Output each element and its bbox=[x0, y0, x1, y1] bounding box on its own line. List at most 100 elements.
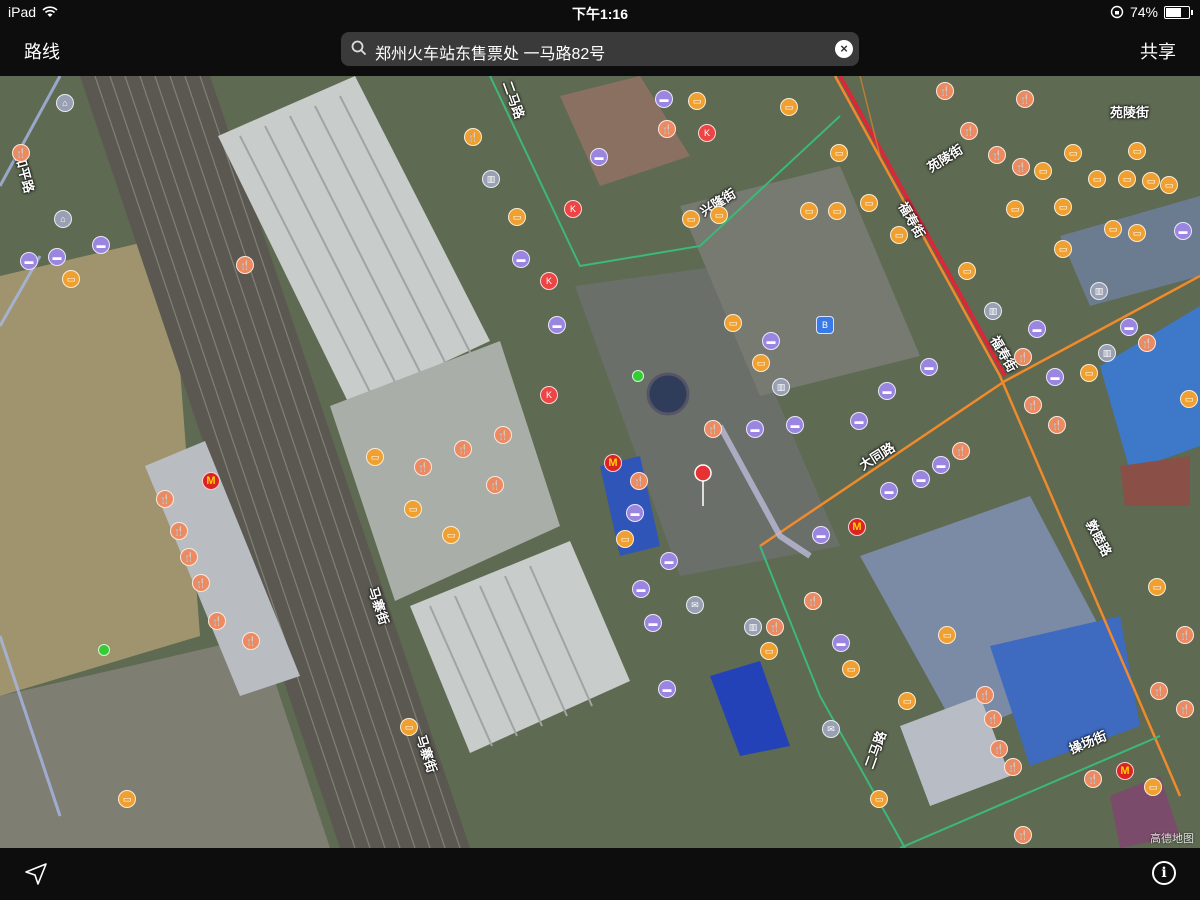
restaurant-icon[interactable]: 🍴 bbox=[170, 522, 188, 540]
restaurant-icon[interactable]: 🍴 bbox=[936, 82, 954, 100]
restaurant-icon[interactable]: 🍴 bbox=[766, 618, 784, 636]
restaurant-icon[interactable]: 🍴 bbox=[952, 442, 970, 460]
building-icon[interactable]: ▥ bbox=[772, 378, 790, 396]
hotel-icon[interactable]: ▬ bbox=[878, 382, 896, 400]
building-icon[interactable]: ▥ bbox=[1098, 344, 1116, 362]
restaurant-icon[interactable]: 🍴 bbox=[960, 122, 978, 140]
restaurant-icon[interactable]: 🍴 bbox=[486, 476, 504, 494]
hotel-icon[interactable]: ▬ bbox=[512, 250, 530, 268]
hotel-icon[interactable]: ▬ bbox=[762, 332, 780, 350]
shopping-icon[interactable]: ▭ bbox=[842, 660, 860, 678]
kfc-icon[interactable]: K bbox=[564, 200, 582, 218]
hotel-icon[interactable]: ▬ bbox=[92, 236, 110, 254]
shopping-icon[interactable]: ▭ bbox=[62, 270, 80, 288]
info-icon[interactable]: i bbox=[1152, 861, 1176, 885]
shopping-icon[interactable]: ▭ bbox=[1128, 224, 1146, 242]
restaurant-icon[interactable]: 🍴 bbox=[1138, 334, 1156, 352]
shopping-icon[interactable]: ▭ bbox=[828, 202, 846, 220]
mcdonalds-icon[interactable]: M bbox=[848, 518, 866, 536]
restaurant-icon[interactable]: 🍴 bbox=[414, 458, 432, 476]
shopping-icon[interactable]: ▭ bbox=[1006, 200, 1024, 218]
hotel-icon[interactable]: ▬ bbox=[880, 482, 898, 500]
hotel-icon[interactable]: ▬ bbox=[812, 526, 830, 544]
shopping-icon[interactable]: ▭ bbox=[860, 194, 878, 212]
shopping-icon[interactable]: ▭ bbox=[1128, 142, 1146, 160]
home-icon[interactable]: ⌂ bbox=[54, 210, 72, 228]
hotel-icon[interactable]: ▬ bbox=[932, 456, 950, 474]
kfc-icon[interactable]: K bbox=[540, 386, 558, 404]
shopping-icon[interactable]: ▭ bbox=[400, 718, 418, 736]
search-field[interactable]: 郑州火车站东售票处 一马路82号 × bbox=[341, 32, 859, 66]
restaurant-icon[interactable]: 🍴 bbox=[1016, 90, 1034, 108]
restaurant-icon[interactable]: 🍴 bbox=[1084, 770, 1102, 788]
hotel-icon[interactable]: ▬ bbox=[1120, 318, 1138, 336]
restaurant-icon[interactable]: 🍴 bbox=[208, 612, 226, 630]
shopping-icon[interactable]: ▭ bbox=[1142, 172, 1160, 190]
shopping-icon[interactable]: ▭ bbox=[780, 98, 798, 116]
building-icon[interactable]: ▥ bbox=[984, 302, 1002, 320]
hotel-icon[interactable]: ▬ bbox=[660, 552, 678, 570]
building-icon[interactable]: ▥ bbox=[1090, 282, 1108, 300]
shopping-icon[interactable]: ▭ bbox=[366, 448, 384, 466]
shopping-icon[interactable]: ▭ bbox=[760, 642, 778, 660]
building-icon[interactable]: ▥ bbox=[482, 170, 500, 188]
shopping-icon[interactable]: ▭ bbox=[404, 500, 422, 518]
shopping-icon[interactable]: ▭ bbox=[800, 202, 818, 220]
hotel-icon[interactable]: ▬ bbox=[626, 504, 644, 522]
hotel-icon[interactable]: ▬ bbox=[746, 420, 764, 438]
hotel-icon[interactable]: ▬ bbox=[632, 580, 650, 598]
shopping-icon[interactable]: ▭ bbox=[958, 262, 976, 280]
shopping-icon[interactable]: ▭ bbox=[508, 208, 526, 226]
restaurant-icon[interactable]: 🍴 bbox=[1024, 396, 1042, 414]
shopping-icon[interactable]: ▭ bbox=[682, 210, 700, 228]
hotel-icon[interactable]: ▬ bbox=[1174, 222, 1192, 240]
hotel-icon[interactable]: ▬ bbox=[920, 358, 938, 376]
hotel-icon[interactable]: ▬ bbox=[655, 90, 673, 108]
share-button[interactable]: 共享 bbox=[1140, 38, 1176, 64]
restaurant-icon[interactable]: 🍴 bbox=[236, 256, 254, 274]
restaurant-icon[interactable]: 🍴 bbox=[704, 420, 722, 438]
hotel-icon[interactable]: ▬ bbox=[590, 148, 608, 166]
restaurant-icon[interactable]: 🍴 bbox=[242, 632, 260, 650]
restaurant-icon[interactable]: 🍴 bbox=[464, 128, 482, 146]
shopping-icon[interactable]: ▭ bbox=[1054, 240, 1072, 258]
restaurant-icon[interactable]: 🍴 bbox=[1014, 826, 1032, 844]
building-icon[interactable]: ▥ bbox=[744, 618, 762, 636]
mail-icon[interactable]: ✉ bbox=[822, 720, 840, 738]
restaurant-icon[interactable]: 🍴 bbox=[984, 710, 1002, 728]
restaurant-icon[interactable]: 🍴 bbox=[1014, 348, 1032, 366]
shopping-icon[interactable]: ▭ bbox=[1180, 390, 1198, 408]
mcdonalds-icon[interactable]: M bbox=[1116, 762, 1134, 780]
search-input[interactable]: 郑州火车站东售票处 一马路82号 bbox=[375, 40, 605, 64]
shopping-icon[interactable]: ▭ bbox=[1148, 578, 1166, 596]
hotel-icon[interactable]: ▬ bbox=[1028, 320, 1046, 338]
hotel-icon[interactable]: ▬ bbox=[20, 252, 38, 270]
shopping-icon[interactable]: ▭ bbox=[1144, 778, 1162, 796]
red-pin-icon[interactable] bbox=[694, 464, 712, 482]
hotel-icon[interactable]: ▬ bbox=[786, 416, 804, 434]
restaurant-icon[interactable]: 🍴 bbox=[180, 548, 198, 566]
mail-icon[interactable]: ✉ bbox=[686, 596, 704, 614]
shopping-icon[interactable]: ▭ bbox=[938, 626, 956, 644]
bus-icon[interactable]: B bbox=[816, 316, 834, 334]
restaurant-icon[interactable]: 🍴 bbox=[1048, 416, 1066, 434]
shopping-icon[interactable]: ▭ bbox=[1088, 170, 1106, 188]
restaurant-icon[interactable]: 🍴 bbox=[1012, 158, 1030, 176]
shopping-icon[interactable]: ▭ bbox=[710, 206, 728, 224]
shopping-icon[interactable]: ▭ bbox=[1160, 176, 1178, 194]
hotel-icon[interactable]: ▬ bbox=[832, 634, 850, 652]
shopping-icon[interactable]: ▭ bbox=[890, 226, 908, 244]
restaurant-icon[interactable]: 🍴 bbox=[192, 574, 210, 592]
restaurant-icon[interactable]: 🍴 bbox=[1004, 758, 1022, 776]
shopping-icon[interactable]: ▭ bbox=[898, 692, 916, 710]
hotel-icon[interactable]: ▬ bbox=[548, 316, 566, 334]
restaurant-icon[interactable]: 🍴 bbox=[12, 144, 30, 162]
directions-button[interactable]: 路线 bbox=[24, 38, 60, 64]
shopping-icon[interactable]: ▭ bbox=[1064, 144, 1082, 162]
shopping-icon[interactable]: ▭ bbox=[724, 314, 742, 332]
shopping-icon[interactable]: ▭ bbox=[616, 530, 634, 548]
hotel-icon[interactable]: ▬ bbox=[644, 614, 662, 632]
hotel-icon[interactable]: ▬ bbox=[658, 680, 676, 698]
kfc-icon[interactable]: K bbox=[540, 272, 558, 290]
hotel-icon[interactable]: ▬ bbox=[1046, 368, 1064, 386]
